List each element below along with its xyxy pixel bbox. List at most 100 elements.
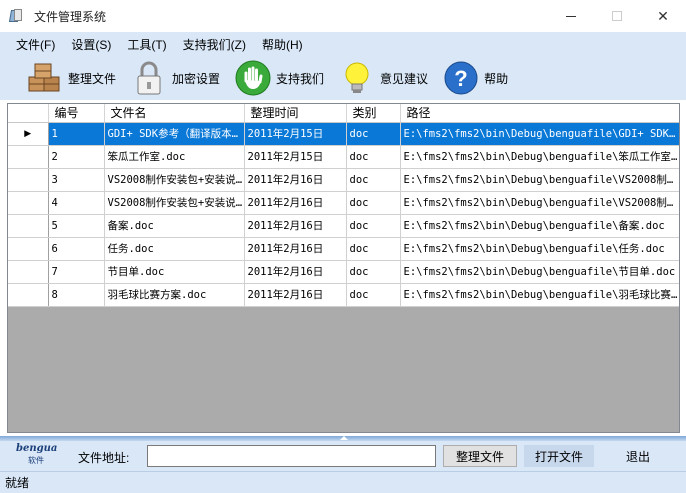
table-row[interactable]: 5 备案.doc 2011年2月16日 doc E:\fms2\fms2\bin… [8,214,679,238]
menu-tools[interactable]: 工具(T) [119,36,174,53]
minimize-icon [566,15,576,17]
boxes-icon [26,59,64,97]
cell-time[interactable]: 2011年2月15日 [244,145,347,169]
cell-path[interactable]: E:\fms2\fms2\bin\Debug\benguafile\羽毛球比赛方… [400,283,679,307]
cell-time[interactable]: 2011年2月15日 [244,122,347,146]
close-icon: ✕ [657,7,669,24]
cell-time[interactable]: 2011年2月16日 [244,237,347,261]
cell-type[interactable]: doc [346,168,401,192]
table-row[interactable]: 6 任务.doc 2011年2月16日 doc E:\fms2\fms2\bin… [8,237,679,261]
menu-file[interactable]: 文件(F) [8,36,63,53]
column-header-filename[interactable]: 文件名 [104,104,245,123]
cell-filename[interactable]: 羽毛球比赛方案.doc [104,283,245,307]
table-row[interactable]: 3 VS2008制作安装包+安装说明.doc 2011年2月16日 doc E:… [8,168,679,192]
cell-type[interactable]: doc [346,283,401,307]
cell-path[interactable]: E:\fms2\fms2\bin\Debug\benguafile\节目单.do… [400,260,679,284]
cell-id[interactable]: 3 [48,168,105,192]
cell-filename[interactable]: 笨瓜工作室.doc [104,145,245,169]
cell-path[interactable]: E:\fms2\fms2\bin\Debug\benguafile\VS2008… [400,168,679,192]
cell-id[interactable]: 5 [48,214,105,238]
feedback-tool[interactable]: 意见建议 [338,59,428,97]
cell-filename[interactable]: VS2008制作安装包+安装说明.doc [104,191,245,215]
cell-type[interactable]: doc [346,260,401,284]
close-button[interactable]: ✕ [640,0,686,32]
cell-filename[interactable]: 任务.doc [104,237,245,261]
exit-button[interactable]: 退出 [602,445,674,467]
cell-id[interactable]: 6 [48,237,105,261]
row-header-corner [8,104,49,123]
cell-time[interactable]: 2011年2月16日 [244,214,347,238]
file-grid[interactable]: 编号 文件名 整理时间 类别 路径 ▶ 1 GDI+ SDK参考（翻译版本）.d… [7,103,680,433]
open-file-button[interactable]: 打开文件 [524,445,594,467]
table-row[interactable]: ▶ 1 GDI+ SDK参考（翻译版本）.doc 2011年2月15日 doc … [8,122,679,146]
row-selector[interactable] [8,283,49,307]
encryption-settings-tool[interactable]: 加密设置 [130,59,220,97]
cell-type[interactable]: doc [346,145,401,169]
help-label: 帮助 [484,71,509,86]
cell-type[interactable]: doc [346,214,401,238]
cell-id[interactable]: 8 [48,283,105,307]
logo-subtext: 软件 [28,456,44,465]
window-title: 文件管理系统 [34,9,107,24]
organize-files-label: 整理文件 [68,71,117,86]
lock-icon [130,59,168,97]
cell-time[interactable]: 2011年2月16日 [244,260,347,284]
cell-id[interactable]: 1 [48,122,105,146]
menu-bar: 文件(F) 设置(S) 工具(T) 支持我们(Z) 帮助(H) [0,32,686,56]
table-row[interactable]: 4 VS2008制作安装包+安装说明.doc 2011年2月16日 doc E:… [8,191,679,215]
cell-time[interactable]: 2011年2月16日 [244,168,347,192]
cell-time[interactable]: 2011年2月16日 [244,191,347,215]
cell-path[interactable]: E:\fms2\fms2\bin\Debug\benguafile\VS2008… [400,191,679,215]
cell-id[interactable]: 2 [48,145,105,169]
cell-filename[interactable]: 节目单.doc [104,260,245,284]
cell-filename[interactable]: VS2008制作安装包+安装说明.doc [104,168,245,192]
toolbar: 整理文件 加密设置 支持我们 意见建议 ? 帮助 [0,56,686,100]
cell-id[interactable]: 4 [48,191,105,215]
cell-type[interactable]: doc [346,237,401,261]
table-row[interactable]: 8 羽毛球比赛方案.doc 2011年2月16日 doc E:\fms2\fms… [8,283,679,307]
cell-path[interactable]: E:\fms2\fms2\bin\Debug\benguafile\GDI+ S… [400,122,679,146]
help-tool[interactable]: ? 帮助 [442,59,508,97]
support-us-label: 支持我们 [276,71,325,86]
logo-text: bengua [16,443,58,454]
row-selector[interactable] [8,214,49,238]
title-bar: 文件管理系统 ✕ [0,0,686,32]
row-selector[interactable] [8,237,49,261]
row-selector[interactable] [8,145,49,169]
column-header-time[interactable]: 整理时间 [244,104,347,123]
feedback-label: 意见建议 [380,71,429,86]
file-address-label: 文件地址: [78,451,130,465]
row-selector-icon[interactable]: ▶ [8,122,49,146]
row-selector[interactable] [8,191,49,215]
column-header-id[interactable]: 编号 [48,104,105,123]
cell-filename[interactable]: 备案.doc [104,214,245,238]
organize-files-button[interactable]: 整理文件 [443,445,517,467]
cell-type[interactable]: doc [346,191,401,215]
menu-settings[interactable]: 设置(S) [63,36,119,53]
menu-help[interactable]: 帮助(H) [254,36,311,53]
cell-time[interactable]: 2011年2月16日 [244,283,347,307]
svg-text:?: ? [454,66,467,91]
cell-type[interactable]: doc [346,122,401,146]
column-header-path[interactable]: 路径 [400,104,679,123]
support-us-tool[interactable]: 支持我们 [234,59,324,97]
app-icon [8,8,24,24]
cell-id[interactable]: 7 [48,260,105,284]
cell-path[interactable]: E:\fms2\fms2\bin\Debug\benguafile\备案.doc [400,214,679,238]
minimize-button[interactable] [548,0,594,32]
column-header-type[interactable]: 类别 [346,104,401,123]
row-selector[interactable] [8,168,49,192]
maximize-button[interactable] [594,0,640,32]
help-icon: ? [442,59,480,97]
file-address-input[interactable] [147,445,436,467]
cell-filename[interactable]: GDI+ SDK参考（翻译版本）.doc [104,122,245,146]
row-selector[interactable] [8,260,49,284]
collapse-arrow-icon[interactable] [340,436,348,440]
cell-path[interactable]: E:\fms2\fms2\bin\Debug\benguafile\任务.doc [400,237,679,261]
organize-files-tool[interactable]: 整理文件 [26,59,116,97]
table-row[interactable]: 2 笨瓜工作室.doc 2011年2月15日 doc E:\fms2\fms2\… [8,145,679,169]
cell-path[interactable]: E:\fms2\fms2\bin\Debug\benguafile\笨瓜工作室.… [400,145,679,169]
table-row[interactable]: 7 节目单.doc 2011年2月16日 doc E:\fms2\fms2\bi… [8,260,679,284]
menu-support[interactable]: 支持我们(Z) [175,36,254,53]
table-header-row: 编号 文件名 整理时间 类别 路径 [8,104,679,123]
